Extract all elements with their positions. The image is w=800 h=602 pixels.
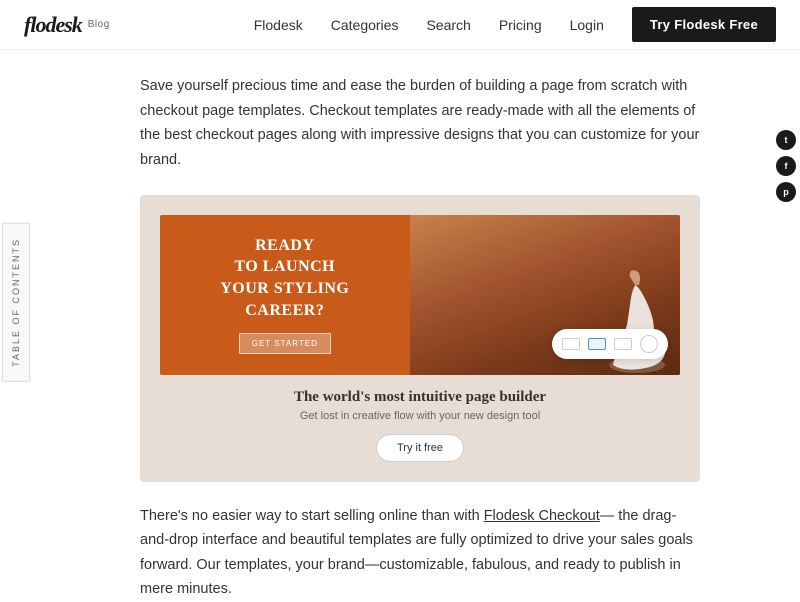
ui-ctrl-circle	[640, 335, 658, 353]
try-free-button[interactable]: Try Flodesk Free	[632, 7, 776, 42]
nav-link-categories[interactable]: Categories	[331, 17, 399, 33]
ui-controls-overlay	[552, 329, 668, 359]
facebook-icon[interactable]: f	[776, 156, 796, 176]
flodesk-checkout-link[interactable]: Flodesk Checkout	[484, 508, 600, 524]
toc-label[interactable]: TABLE OF CONTENTS	[2, 223, 30, 382]
nav-link-pricing[interactable]: Pricing	[499, 17, 542, 33]
logo-blog: Blog	[88, 19, 110, 30]
promo-get-started-button[interactable]: GET STARTED	[239, 333, 331, 354]
nav-link-login[interactable]: Login	[570, 17, 604, 33]
nav-link-flodesk[interactable]: Flodesk	[254, 17, 303, 33]
toc-sidebar[interactable]: TABLE OF CONTENTS	[0, 50, 32, 555]
nav-link-search[interactable]: Search	[426, 17, 470, 33]
promo-image: READYTO LAUNCHYOUR STYLINGCAREER? GET ST…	[160, 215, 680, 375]
main-content: Save yourself precious time and ease the…	[40, 50, 764, 602]
logo-text: flodesk	[24, 12, 82, 38]
promo-left-panel: READYTO LAUNCHYOUR STYLINGCAREER? GET ST…	[160, 215, 410, 375]
promo-try-button[interactable]: Try it free	[376, 434, 464, 462]
ui-ctrl-3	[614, 338, 632, 350]
promo-block: READYTO LAUNCHYOUR STYLINGCAREER? GET ST…	[140, 195, 700, 482]
body-text-before-link: There's no easier way to start selling o…	[140, 508, 484, 524]
intro-paragraph: Save yourself precious time and ease the…	[140, 74, 700, 173]
ui-ctrl-2	[588, 338, 606, 350]
promo-tagline: The world's most intuitive page builder	[294, 389, 546, 406]
body-paragraph: There's no easier way to start selling o…	[140, 504, 700, 602]
pinterest-icon[interactable]: p	[776, 182, 796, 202]
promo-right-panel	[410, 215, 680, 375]
nav-links: Flodesk Categories Search Pricing Login …	[254, 7, 776, 42]
promo-title: READYTO LAUNCHYOUR STYLINGCAREER?	[220, 235, 349, 321]
promo-sub: Get lost in creative flow with your new …	[300, 410, 540, 422]
twitter-icon[interactable]: t	[776, 130, 796, 150]
logo[interactable]: flodesk Blog	[24, 12, 110, 38]
promo-photo	[410, 215, 680, 375]
social-sidebar: t f p	[772, 50, 800, 202]
ui-ctrl-1	[562, 338, 580, 350]
navbar: flodesk Blog Flodesk Categories Search P…	[0, 0, 800, 50]
